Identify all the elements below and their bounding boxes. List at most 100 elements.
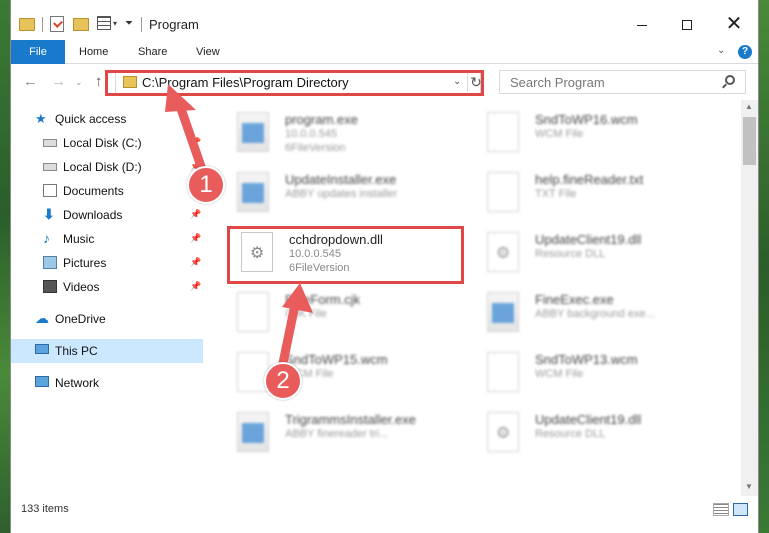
pin-icon[interactable]: 📌 <box>190 281 201 292</box>
back-arrow-icon[interactable]: ← <box>23 73 38 90</box>
forward-arrow-icon[interactable]: → <box>51 73 66 90</box>
address-bar[interactable]: C:\Program Files\Program Directory ⌄ ↻ <box>115 70 484 94</box>
tab-view[interactable]: View <box>196 40 220 64</box>
sidebar-item-network[interactable]: Network <box>11 371 203 395</box>
file-item[interactable]: help.fineReader.txt TXT File <box>477 168 717 228</box>
file-item[interactable]: SndToWP13.wcm WCM File <box>477 348 717 408</box>
maximize-button[interactable] <box>665 10 711 40</box>
local-disk-icon <box>43 163 57 171</box>
tab-home[interactable]: Home <box>79 40 108 64</box>
scroll-up-arrow-icon[interactable]: ▲ <box>745 102 753 111</box>
minimize-button[interactable] <box>619 10 665 40</box>
sidebar-item-quick-access[interactable]: ★ Quick access <box>11 107 203 131</box>
music-icon: ♪ <box>43 230 50 246</box>
document-file-icon <box>487 172 519 212</box>
sidebar-item-label: Downloads <box>63 208 123 222</box>
file-item[interactable]: UpdateInstaller.exe ABBY updates install… <box>227 168 467 228</box>
sidebar-item-this-pc[interactable]: This PC <box>11 339 203 363</box>
file-list: program.exe 10.0.0.545 6FileVersion SndT… <box>219 100 741 496</box>
file-item[interactable]: program.exe 10.0.0.545 6FileVersion <box>227 108 467 168</box>
title-bar: ▾ ⏷ Program ✕ <box>11 0 758 40</box>
file-detail: Resource DLL <box>535 248 606 260</box>
details-view-icon[interactable] <box>713 503 729 516</box>
search-input[interactable]: Search Program <box>499 70 746 94</box>
scrollbar-thumb[interactable] <box>743 117 756 165</box>
file-item[interactable]: UpdateClient19.dll Resource DLL <box>477 408 717 468</box>
tab-share[interactable]: Share <box>138 40 167 64</box>
file-name: TrigrammsInstaller.exe <box>285 412 416 427</box>
sidebar-item-label: OneDrive <box>55 312 106 326</box>
sidebar-item-downloads[interactable]: ⬇ Downloads 📌 <box>11 203 203 227</box>
sidebar-item-label: Local Disk (C:) <box>63 136 142 150</box>
file-name: help.fineReader.txt <box>535 172 644 187</box>
expand-ribbon-chevron-icon[interactable]: ⌄ <box>717 45 725 56</box>
sidebar-item-label: Pictures <box>63 256 107 270</box>
videos-icon <box>43 280 57 293</box>
sidebar-item-label: Videos <box>63 280 100 294</box>
application-file-icon <box>237 412 269 452</box>
desktop-background-right <box>759 0 769 533</box>
file-name: FineForm.cjk <box>285 292 361 307</box>
recent-locations-chevron-icon[interactable]: ⌄ <box>75 77 83 88</box>
properties-checkmark-icon[interactable] <box>50 16 64 32</box>
file-item[interactable]: UpdateClient19.dll Resource DLL <box>477 228 717 288</box>
file-detail: TXT File <box>535 188 577 200</box>
tiles-view-icon[interactable] <box>733 503 748 516</box>
maximize-icon <box>682 20 692 30</box>
dll-file-gear-icon <box>487 412 519 452</box>
up-arrow-icon[interactable]: ↑ <box>95 73 103 90</box>
sidebar-item-videos[interactable]: Videos 📌 <box>11 275 203 299</box>
pin-icon[interactable]: 📌 <box>190 233 201 244</box>
file-detail: 6FileVersion <box>285 142 346 154</box>
file-detail: ABBY updates installer <box>285 188 398 200</box>
application-file-icon <box>487 292 519 332</box>
status-bar: 133 items <box>11 496 758 520</box>
help-icon[interactable]: ? <box>738 45 752 59</box>
vertical-scrollbar[interactable]: ▲ ▼ <box>741 100 758 496</box>
local-disk-icon <box>43 139 57 147</box>
pin-icon[interactable]: 📌 <box>190 137 201 148</box>
file-item[interactable]: SndToWP15.wcm WCM File <box>227 348 467 408</box>
file-name: UpdateClient19.dll <box>535 232 642 247</box>
application-file-icon <box>237 172 269 212</box>
file-name: SndToWP13.wcm <box>535 352 638 367</box>
file-version: 10.0.0.545 <box>289 248 341 260</box>
file-detail: ABBY background exe... <box>535 308 655 320</box>
file-item-cchdropdown-dll[interactable]: cchdropdown.dll 10.0.0.545 6FileVersion <box>231 228 471 288</box>
sidebar-item-label: Music <box>63 232 95 246</box>
sidebar-item-local-disk-d[interactable]: Local Disk (D:) 📌 <box>11 155 203 179</box>
address-path[interactable]: C:\Program Files\Program Directory <box>142 75 349 90</box>
close-button[interactable]: ✕ <box>711 10 757 40</box>
sidebar-item-local-disk-c[interactable]: Local Disk (C:) 📌 <box>11 131 203 155</box>
pin-icon[interactable]: 📌 <box>190 209 201 220</box>
folder-icon <box>123 76 137 88</box>
pin-icon[interactable]: 📌 <box>190 257 201 268</box>
sidebar-item-pictures[interactable]: Pictures 📌 <box>11 251 203 275</box>
dll-file-gear-icon <box>241 232 273 272</box>
file-name: UpdateInstaller.exe <box>285 172 397 187</box>
customize-toolbar-icon[interactable]: ⏷ <box>125 18 133 36</box>
sidebar-item-documents[interactable]: Documents 📌 <box>11 179 203 203</box>
file-name: program.exe <box>285 112 358 127</box>
file-detail: 10.0.0.545 <box>285 128 337 140</box>
properties-list-icon[interactable] <box>97 16 111 30</box>
tab-file[interactable]: File <box>11 40 65 64</box>
file-item[interactable]: SndToWP16.wcm WCM File <box>477 108 717 168</box>
sidebar-item-onedrive[interactable]: ☁ OneDrive <box>11 307 203 331</box>
file-item[interactable]: TrigrammsInstaller.exe ABBY finereader t… <box>227 408 467 468</box>
address-dropdown-chevron-icon[interactable]: ⌄ <box>453 76 461 87</box>
new-folder-icon[interactable] <box>73 18 89 31</box>
search-icon[interactable] <box>725 75 735 85</box>
chevron-down-icon[interactable]: ▾ <box>113 19 117 37</box>
file-item[interactable]: FineExec.exe ABBY background exe... <box>477 288 717 348</box>
search-placeholder: Search Program <box>510 75 605 90</box>
file-item[interactable]: FineForm.cjk CJK File <box>227 288 467 348</box>
document-file-icon <box>237 292 269 332</box>
document-file-icon <box>487 352 519 392</box>
refresh-icon[interactable]: ↻ <box>467 72 484 92</box>
pictures-icon <box>43 256 57 269</box>
file-detail: Resource DLL <box>535 428 606 440</box>
sidebar-item-music[interactable]: ♪ Music 📌 <box>11 227 203 251</box>
navigation-bar: ← → ⌄ ↑ C:\Program Files\Program Directo… <box>11 64 758 100</box>
scroll-down-arrow-icon[interactable]: ▼ <box>745 482 753 491</box>
